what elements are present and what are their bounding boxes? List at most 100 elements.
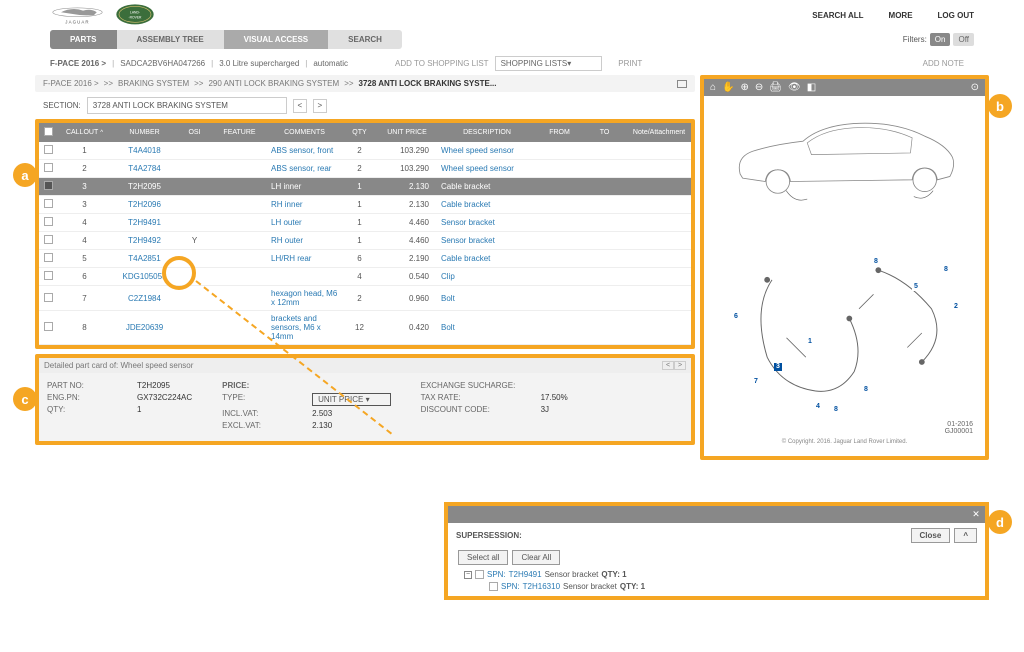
table-row[interactable]: 8 JDE20639 brackets and sensors, M6 x 14… (39, 311, 691, 345)
table-row[interactable]: 3 T2H2095 LH inner 1 2.130 Cable bracket (39, 178, 691, 196)
cell-desc[interactable]: Wheel speed sensor (437, 142, 537, 160)
filters-on[interactable]: On (930, 33, 951, 46)
cell-desc[interactable]: Sensor bracket (437, 214, 537, 232)
add-shopping-list[interactable]: ADD TO SHOPPING LIST (395, 59, 489, 68)
popup-close-button[interactable]: Close (911, 528, 951, 543)
logout-link[interactable]: LOG OUT (938, 11, 974, 20)
th-to[interactable]: TO (582, 123, 627, 142)
th-osi[interactable]: OSI (177, 123, 212, 142)
table-row[interactable]: 4 T2H9492 Y RH outer 1 4.460 Sensor brac… (39, 232, 691, 250)
row-checkbox[interactable] (44, 217, 53, 226)
breadcrumb-3[interactable]: 290 ANTI LOCK BRAKING SYSTEM (208, 79, 339, 88)
row-checkbox[interactable] (44, 253, 53, 262)
cell-number[interactable]: T2H9492 (112, 232, 177, 250)
table-row[interactable]: 7 C2Z1984 hexagon head, M6 x 12mm 2 0.96… (39, 286, 691, 311)
cell-desc[interactable]: Cable bracket (437, 250, 537, 268)
cell-desc[interactable]: Cable bracket (437, 178, 537, 196)
tree-row-2[interactable]: SPN: T2H16310 Sensor bracket QTY: 1 (464, 582, 975, 591)
th-check[interactable] (39, 123, 57, 142)
table-row[interactable]: 3 T2H2096 RH inner 1 2.130 Cable bracket (39, 196, 691, 214)
table-row[interactable]: 1 T4A4018 ABS sensor, front 2 103.290 Wh… (39, 142, 691, 160)
cell-number[interactable]: T2H2096 (112, 196, 177, 214)
cell-desc[interactable]: Wheel speed sensor (437, 160, 537, 178)
row-checkbox[interactable] (44, 181, 53, 190)
th-feature[interactable]: FEATURE (212, 123, 267, 142)
cell-desc[interactable]: Bolt (437, 286, 537, 311)
hand-icon[interactable]: ✋ (722, 82, 734, 93)
row-checkbox[interactable] (44, 235, 53, 244)
collapse-icon[interactable]: − (464, 571, 472, 579)
tree-check-2[interactable] (489, 582, 498, 591)
callout-8[interactable]: 8 (832, 406, 840, 414)
book-icon[interactable] (677, 80, 687, 88)
tree-row-1[interactable]: − SPN: T2H9491 Sensor bracket QTY: 1 (464, 570, 975, 579)
filters-off[interactable]: Off (953, 33, 974, 46)
search-all-link[interactable]: SEARCH ALL (812, 11, 863, 20)
th-number[interactable]: NUMBER (112, 123, 177, 142)
callout-1[interactable]: 1 (806, 338, 814, 346)
print-icon[interactable]: 🖨 (769, 82, 782, 93)
row-checkbox[interactable] (44, 271, 53, 280)
cell-number[interactable]: T2H2095 (112, 178, 177, 196)
th-desc[interactable]: DESCRIPTION (437, 123, 537, 142)
expand-icon[interactable]: ⊙ (971, 82, 979, 93)
detail-prev[interactable]: < (662, 361, 674, 370)
spn1-num[interactable]: T2H9491 (509, 570, 542, 579)
select-all-button[interactable]: Select all (458, 550, 508, 565)
more-link[interactable]: MORE (889, 11, 913, 20)
callout-8d[interactable]: 8 (862, 386, 870, 394)
cell-desc[interactable]: Bolt (437, 311, 537, 345)
cell-number[interactable]: T2H9491 (112, 214, 177, 232)
eraser-icon[interactable]: ◧ (807, 82, 816, 93)
tab-assembly[interactable]: ASSEMBLY TREE (117, 30, 224, 49)
callout-4[interactable]: 4 (814, 403, 822, 411)
cell-number[interactable]: T4A4018 (112, 142, 177, 160)
table-row[interactable]: 6 KDG105053 4 0.540 Clip (39, 268, 691, 286)
table-row[interactable]: 5 T4A2851 LH/RH rear 6 2.190 Cable brack… (39, 250, 691, 268)
section-prev[interactable]: < (293, 99, 307, 113)
callout-8c[interactable]: 8 (942, 266, 950, 274)
callout-5[interactable]: 5 (912, 283, 920, 291)
diagram-area[interactable]: 6 7 3 4 8 1 8 5 8 2 8 01-2016 GJ00001 © … (704, 96, 985, 453)
eye-icon[interactable]: 👁 (788, 82, 801, 93)
th-comments[interactable]: COMMENTS (267, 123, 342, 142)
cell-number[interactable]: JDE20639 (112, 311, 177, 345)
th-price[interactable]: UNIT PRICE (377, 123, 437, 142)
row-checkbox[interactable] (44, 293, 53, 302)
cell-desc[interactable]: Clip (437, 268, 537, 286)
callout-8b[interactable]: 8 (872, 258, 880, 266)
row-checkbox[interactable] (44, 322, 53, 331)
cell-number[interactable]: T4A2784 (112, 160, 177, 178)
row-checkbox[interactable] (44, 163, 53, 172)
callout-3-sel[interactable]: 3 (774, 363, 782, 371)
th-qty[interactable]: QTY (342, 123, 377, 142)
row-checkbox[interactable] (44, 199, 53, 208)
home-icon[interactable]: ⌂ (710, 82, 716, 93)
row-checkbox[interactable] (44, 145, 53, 154)
shopping-lists-select[interactable]: SHOPPING LISTS ▾ (495, 56, 603, 71)
print-button[interactable]: PRINT (618, 59, 642, 68)
section-next[interactable]: > (313, 99, 327, 113)
popup-collapse-button[interactable]: ^ (954, 528, 977, 543)
tree-check-1[interactable] (475, 570, 484, 579)
cell-desc[interactable]: Cable bracket (437, 196, 537, 214)
zoom-in-icon[interactable]: ⊕ (741, 82, 749, 93)
zoom-out-icon[interactable]: ⊖ (755, 82, 763, 93)
cell-number[interactable]: C2Z1984 (112, 286, 177, 311)
tab-parts[interactable]: PARTS (50, 30, 117, 49)
callout-7[interactable]: 7 (752, 378, 760, 386)
detail-next[interactable]: > (674, 361, 686, 370)
breadcrumb-1[interactable]: F-PACE 2016 > (43, 79, 99, 88)
cell-desc[interactable]: Sensor bracket (437, 232, 537, 250)
table-row[interactable]: 2 T4A2784 ABS sensor, rear 2 103.290 Whe… (39, 160, 691, 178)
tab-search[interactable]: SEARCH (328, 30, 402, 49)
th-note[interactable]: Note/Attachment (627, 123, 691, 142)
spn2-num[interactable]: T2H16310 (523, 582, 560, 591)
clear-all-button[interactable]: Clear All (512, 550, 560, 565)
add-note-button[interactable]: ADD NOTE (923, 59, 964, 68)
section-select[interactable]: 3728 ANTI LOCK BRAKING SYSTEM (87, 97, 287, 114)
callout-6[interactable]: 6 (732, 313, 740, 321)
breadcrumb-2[interactable]: BRAKING SYSTEM (118, 79, 189, 88)
tab-visual[interactable]: VISUAL ACCESS (224, 30, 328, 49)
th-from[interactable]: FROM (537, 123, 582, 142)
